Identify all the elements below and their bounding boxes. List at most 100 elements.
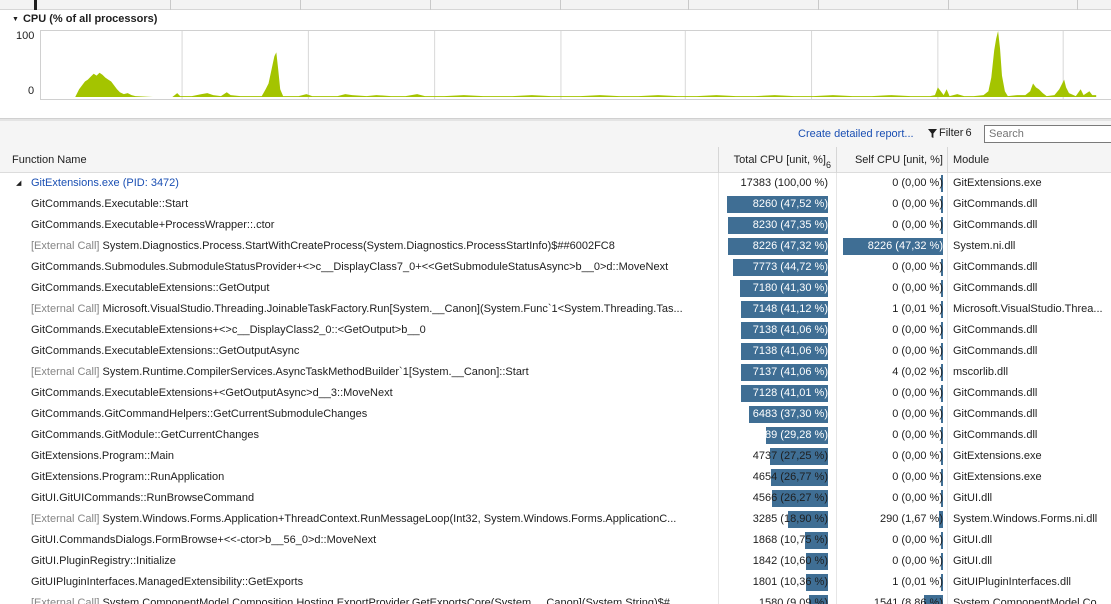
self-cpu-cell: 0 (0,00 %) [837,467,948,488]
self-cpu-cell: 290 (1,67 %) [837,509,948,530]
total-cpu-cell: 7138 (41,06 %) [719,341,837,362]
ruler-tick [948,0,949,10]
table-row[interactable]: GitExtensions.Program::Main 4737 (27,25 %… [0,446,1111,467]
total-cpu-cell: 8260 (47,52 %) [719,194,837,215]
total-cpu-value: 4566 (26,27 %) [752,492,828,504]
total-cpu-cell: 1580 (9,09 %) [719,593,837,604]
total-cpu-cell: 4737 (27,25 %) [719,446,837,467]
table-row[interactable]: GitUI.GitUICommands::RunBrowseCommand 456… [0,488,1111,509]
self-cpu-value: 4 (0,02 %) [892,366,943,378]
function-name-cell[interactable]: GitCommands.Submodules.SubmoduleStatusPr… [0,257,719,278]
table-row[interactable]: GitExtensions.Program::RunApplication 465… [0,467,1111,488]
table-row[interactable]: GitUI.PluginRegistry::Initialize 1842 (10… [0,551,1111,572]
function-name-cell[interactable]: [External Call] System.Windows.Forms.App… [0,509,719,530]
table-row[interactable]: ◢ GitExtensions.exe (PID: 3472) 17383 (100… [0,173,1111,194]
function-name-cell[interactable]: GitCommands.Executable::Start [0,194,719,215]
function-name-cell[interactable]: GitExtensions.Program::RunApplication [0,467,719,488]
column-header-function-name[interactable]: Function Name [0,147,719,173]
module-cell: GitExtensions.exe [953,450,1042,462]
create-detailed-report-link[interactable]: Create detailed report... [798,128,914,140]
total-cpu-value: 7137 (41,06 %) [752,366,828,378]
function-name-cell[interactable]: GitCommands.ExecutableExtensions::GetOut… [0,341,719,362]
external-call-prefix: [External Call] [31,513,100,525]
self-cpu-cell: 0 (0,00 %) [837,488,948,509]
function-name: GitCommands.ExecutableExtensions::GetOut… [31,282,270,294]
search-input[interactable] [984,125,1111,143]
self-cpu-value: 0 (0,00 %) [892,324,943,336]
function-name-cell[interactable]: GitUI.PluginRegistry::Initialize [0,551,719,572]
function-name-cell[interactable]: GitCommands.Executable+ProcessWrapper::.… [0,215,719,236]
table-row[interactable]: GitCommands.GitCommandHelpers::GetCurren… [0,404,1111,425]
self-cpu-value: 0 (0,00 %) [892,198,943,210]
function-name-cell[interactable]: GitUI.CommandsDialogs.FormBrowse+<<-ctor… [0,530,719,551]
column-header-self-cpu[interactable]: Self CPU [unit, %] [837,147,948,173]
table-row[interactable]: GitCommands.GitModule::GetCurrentChanges… [0,425,1111,446]
cpu-usage-area [55,31,1097,98]
table-row[interactable]: GitCommands.ExecutableExtensions+<>c__Di… [0,320,1111,341]
module-cell: System.ComponentModel.Co... [953,597,1106,604]
table-row[interactable]: GitCommands.ExecutableExtensions::GetOut… [0,278,1111,299]
table-row[interactable]: GitCommands.Executable::Start 8260 (47,52… [0,194,1111,215]
self-cpu-value: 0 (0,00 %) [892,177,943,189]
ruler-tick [300,0,301,10]
function-name-cell[interactable]: GitCommands.ExecutableExtensions::GetOut… [0,278,719,299]
function-name-cell[interactable]: GitCommands.ExecutableExtensions+<>c__Di… [0,320,719,341]
function-name: GitCommands.Submodules.SubmoduleStatusPr… [31,261,669,273]
self-cpu-value: 0 (0,00 %) [892,450,943,462]
total-cpu-cell: 8226 (47,32 %) [719,236,837,257]
table-row[interactable]: GitUI.CommandsDialogs.FormBrowse+<<-ctor… [0,530,1111,551]
column-header-total-cpu[interactable]: Total CPU [unit, %] [719,147,837,173]
filter-count: 6 [965,127,972,139]
function-name-cell[interactable]: [External Call] System.ComponentModel.Co… [0,593,719,604]
table-row[interactable]: GitUIPluginInterfaces.ManagedExtensibili… [0,572,1111,593]
table-row[interactable]: [External Call] System.Windows.Forms.App… [0,509,1111,530]
function-name: GitCommands.GitCommandHelpers::GetCurren… [31,408,368,420]
function-name-cell[interactable]: GitCommands.GitModule::GetCurrentChanges [0,425,719,446]
function-name: GitUIPluginInterfaces.ManagedExtensibili… [31,576,304,588]
module-cell: mscorlib.dll [953,366,1009,378]
module-cell: Microsoft.VisualStudio.Threa... [953,303,1103,315]
function-name-cell[interactable]: [External Call] System.Diagnostics.Proce… [0,236,719,257]
collapse-caret-icon[interactable]: ▼ [12,16,19,23]
table-header: Function Name Total CPU [unit, %] Self C… [0,147,1111,173]
cpu-panel-header[interactable]: ▼ CPU (% of all processors) [12,13,157,25]
filter-label: Filter [939,127,964,139]
filter-button[interactable]: Filter 6 [928,127,972,139]
self-cpu-cell: 0 (0,00 %) [837,530,948,551]
function-name: GitCommands.ExecutableExtensions+<GetOut… [31,387,393,399]
total-cpu-value: 7128 (41,01 %) [752,387,828,399]
table-row[interactable]: [External Call] Microsoft.VisualStudio.T… [0,299,1111,320]
table-row[interactable]: GitCommands.ExecutableExtensions::GetOut… [0,341,1111,362]
function-name: GitCommands.ExecutableExtensions::GetOut… [31,345,300,357]
table-row[interactable]: [External Call] System.Diagnostics.Proce… [0,236,1111,257]
table-row[interactable]: [External Call] System.ComponentModel.Co… [0,593,1111,604]
self-cpu-value: 0 (0,00 %) [892,408,943,420]
self-cpu-cell: 0 (0,00 %) [837,341,948,362]
function-name-cell[interactable]: GitUI.GitUICommands::RunBrowseCommand [0,488,719,509]
function-name-cell[interactable]: GitCommands.GitCommandHelpers::GetCurren… [0,404,719,425]
cpu-usage-graph[interactable] [40,30,1111,100]
table-row[interactable]: GitCommands.ExecutableExtensions+<GetOut… [0,383,1111,404]
function-name: System.ComponentModel.Composition.Hostin… [99,597,680,604]
self-cpu-cell: 0 (0,00 %) [837,446,948,467]
timeline-ruler[interactable] [0,0,1111,10]
ruler-tick [818,0,819,10]
cpu-usage-panel: ▼ CPU (% of all processors) 100 0 [0,10,1111,118]
sort-indicator: 6 [826,160,832,170]
module-cell: GitExtensions.exe [953,177,1042,189]
table-row[interactable]: GitCommands.Executable+ProcessWrapper::.… [0,215,1111,236]
function-name-cell[interactable]: GitCommands.ExecutableExtensions+<GetOut… [0,383,719,404]
module-cell: System.Windows.Forms.ni.dll [953,513,1098,525]
timeline-cursor[interactable] [34,0,37,10]
table-row[interactable]: GitCommands.Submodules.SubmoduleStatusPr… [0,257,1111,278]
function-name-cell[interactable]: GitExtensions.Program::Main [0,446,719,467]
function-name-cell[interactable]: [External Call] Microsoft.VisualStudio.T… [0,299,719,320]
function-name-cell[interactable]: GitUIPluginInterfaces.ManagedExtensibili… [0,572,719,593]
function-name-cell[interactable]: GitExtensions.exe (PID: 3472) [0,173,719,194]
table-row[interactable]: [External Call] System.Runtime.CompilerS… [0,362,1111,383]
total-cpu-value: 8226 (47,32 %) [752,240,828,252]
column-header-module[interactable]: Module [948,147,1111,173]
ruler-tick [170,0,171,10]
function-name-cell[interactable]: [External Call] System.Runtime.CompilerS… [0,362,719,383]
function-name: GitUI.PluginRegistry::Initialize [31,555,176,567]
